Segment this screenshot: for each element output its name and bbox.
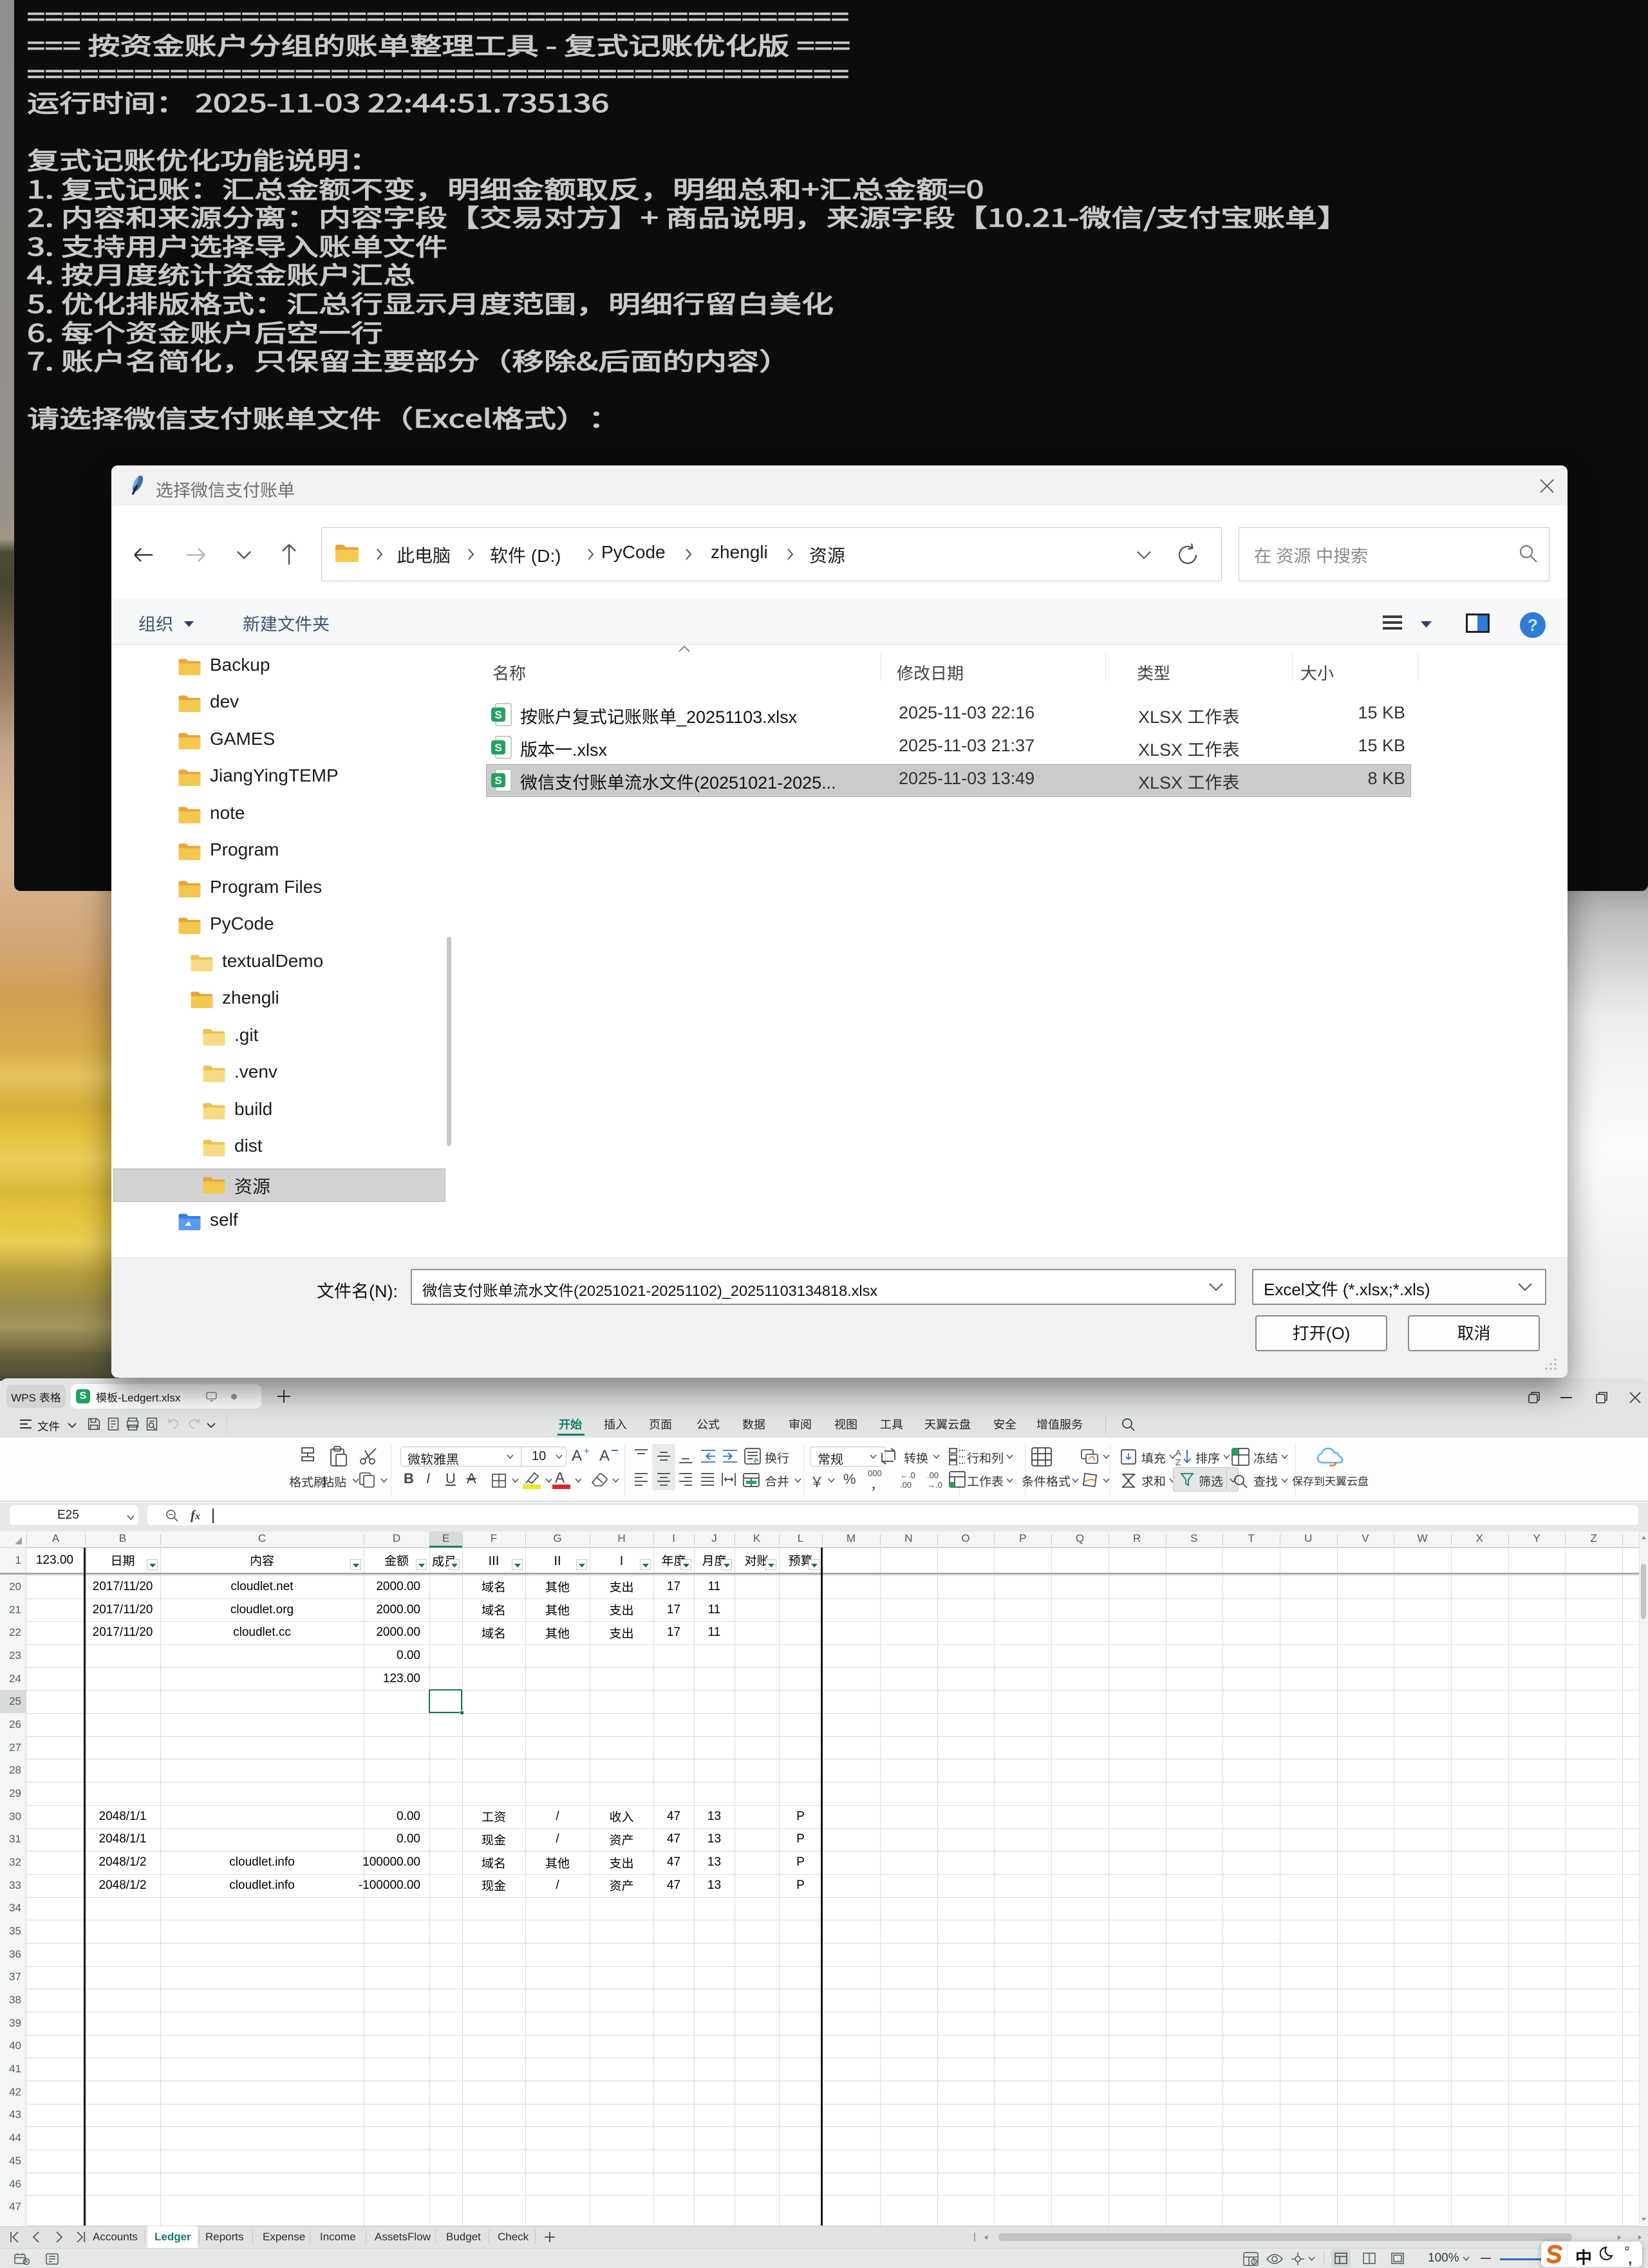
svg-text:Z: Z (1175, 1457, 1181, 1467)
svg-text:S: S (494, 709, 501, 721)
svg-text:S: S (494, 742, 501, 754)
svg-text:S: S (494, 774, 501, 787)
svg-text:A: A (1175, 1448, 1181, 1457)
